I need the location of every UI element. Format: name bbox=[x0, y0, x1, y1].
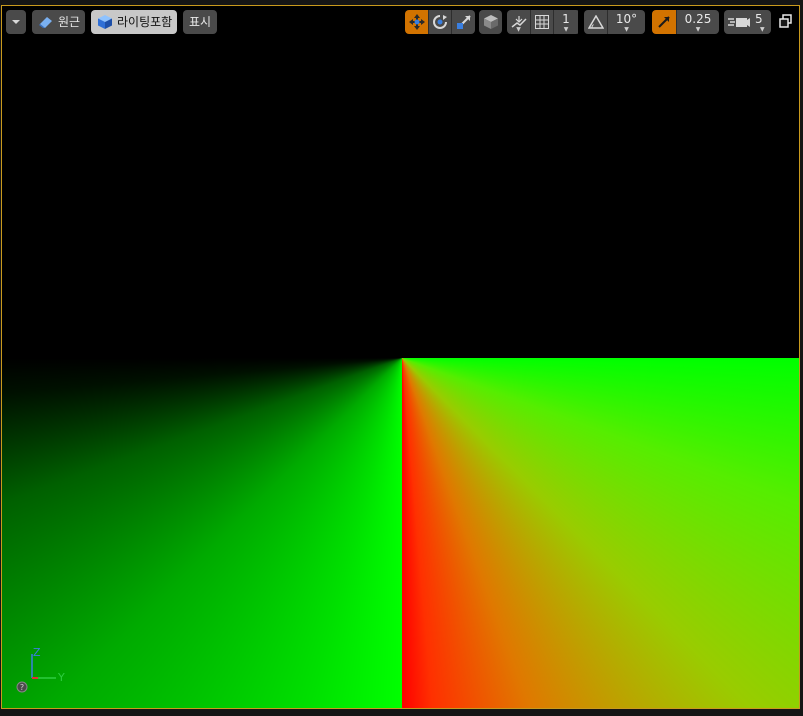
viewport-frame: 원근 라이팅포함 표시 ▼ 1 ▼ 10° ▼ 0.25 ▼ 5 ▼ ? Z Y bbox=[0, 0, 803, 716]
camera-speed-button[interactable]: 5 ▼ bbox=[724, 10, 771, 34]
axis-z-label: Z bbox=[33, 646, 41, 659]
chevron-down-icon: ▼ bbox=[624, 26, 629, 33]
chevron-down-icon: ▼ bbox=[695, 26, 701, 33]
scale-snap-group: 0.25 ▼ bbox=[652, 10, 719, 34]
angle-icon bbox=[587, 15, 604, 29]
view-mode-label: 원근 bbox=[58, 15, 81, 29]
lighting-mode-button[interactable]: 라이팅포함 bbox=[91, 10, 177, 34]
world-local-toggle[interactable] bbox=[479, 10, 502, 34]
level-viewport[interactable] bbox=[1, 5, 800, 709]
scale-tool-button[interactable] bbox=[451, 10, 475, 34]
world-cube-icon bbox=[483, 15, 498, 29]
scale-icon bbox=[456, 15, 471, 29]
move-icon bbox=[408, 14, 425, 30]
render-quadrant-top-right bbox=[402, 6, 799, 358]
grid-snap-group: ▼ 1 ▼ bbox=[507, 10, 580, 34]
svg-text:?: ? bbox=[20, 683, 24, 692]
grid-snap-toggle[interactable] bbox=[530, 10, 553, 34]
scale-snap-value-dropdown[interactable]: 0.25 ▼ bbox=[676, 10, 719, 34]
chevron-down-icon: ▼ bbox=[516, 26, 521, 33]
show-menu-button[interactable]: 표시 bbox=[183, 10, 217, 34]
axis-gizmo-icon: ? bbox=[16, 654, 56, 693]
translate-tool-button[interactable] bbox=[405, 10, 428, 34]
rotation-snap-value: 10° bbox=[615, 12, 638, 26]
render-quadrant-bottom-right bbox=[402, 358, 799, 708]
rotation-snap-group: 10° ▼ bbox=[584, 10, 645, 34]
scale-arrow-icon bbox=[658, 16, 670, 28]
surface-snap-button[interactable]: ▼ bbox=[507, 10, 530, 34]
transform-tools-group bbox=[405, 10, 475, 34]
chevron-down-icon: ▼ bbox=[760, 26, 765, 33]
chevron-down-icon: ▼ bbox=[563, 26, 569, 33]
lighting-mode-label: 라이팅포함 bbox=[117, 15, 173, 29]
cube-icon bbox=[98, 15, 112, 29]
scale-snap-toggle[interactable] bbox=[652, 10, 676, 34]
grid-snap-value: 1 bbox=[562, 12, 570, 26]
viewport-options-button[interactable] bbox=[6, 10, 26, 34]
rotation-snap-toggle[interactable] bbox=[584, 10, 607, 34]
axis-y-label: Y bbox=[58, 671, 65, 684]
eraser-icon bbox=[39, 17, 52, 28]
axis-indicator: ? Z Y bbox=[14, 646, 74, 694]
view-mode-button[interactable]: 원근 bbox=[32, 10, 85, 34]
rotation-snap-value-dropdown[interactable]: 10° ▼ bbox=[607, 10, 645, 34]
viewport-render[interactable] bbox=[2, 6, 799, 708]
show-menu-label: 표시 bbox=[188, 15, 212, 29]
restore-icon[interactable] bbox=[779, 14, 793, 28]
rotate-tool-button[interactable] bbox=[428, 10, 451, 34]
grid-snap-value-dropdown[interactable]: 1 ▼ bbox=[553, 10, 578, 34]
rotate-icon bbox=[433, 15, 447, 29]
chevron-down-icon bbox=[12, 20, 20, 24]
camera-speed-icon bbox=[728, 18, 750, 27]
scale-snap-value: 0.25 bbox=[684, 12, 712, 26]
render-quadrant-top-left bbox=[2, 6, 402, 358]
grid-icon bbox=[535, 15, 549, 29]
